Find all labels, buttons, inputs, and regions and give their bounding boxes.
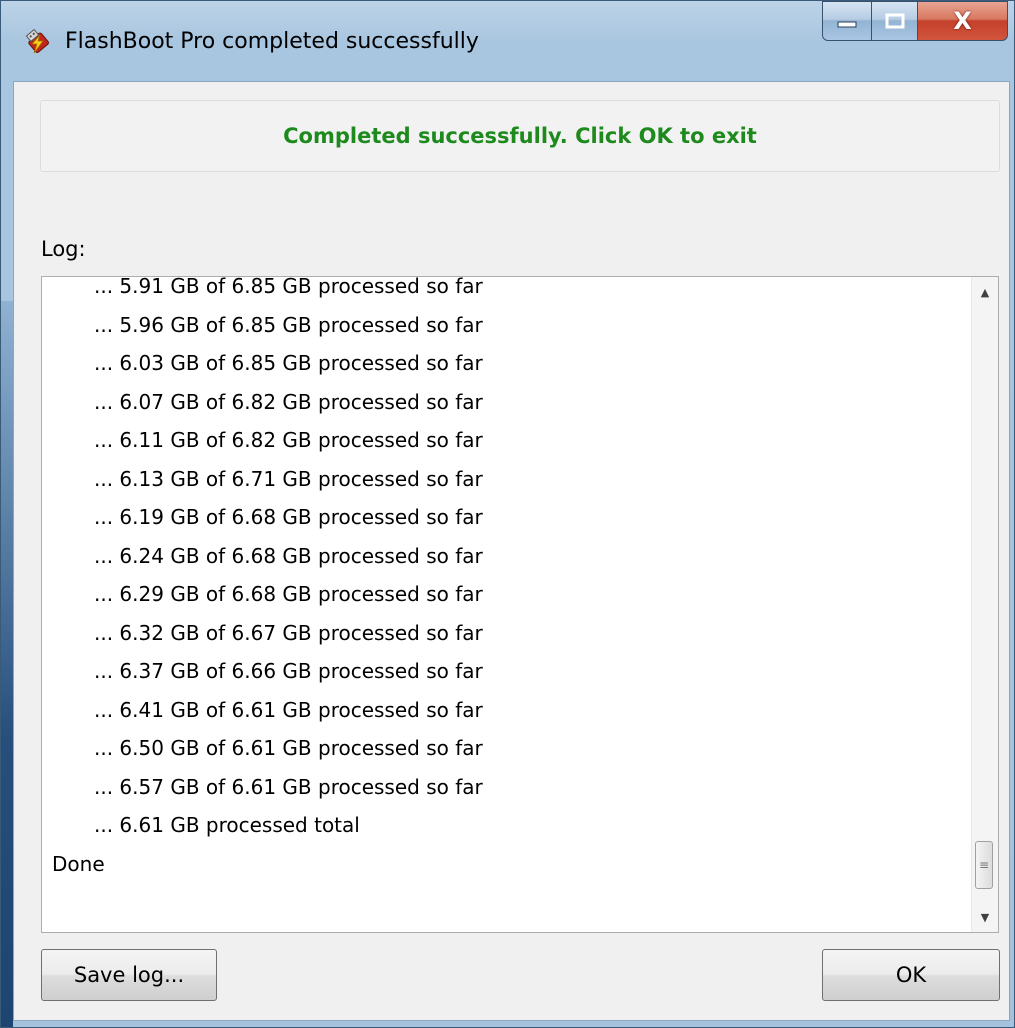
- log-line: ... 6.19 GB of 6.68 GB processed so far: [94, 505, 483, 529]
- close-button[interactable]: X: [918, 1, 1008, 41]
- log-line: ... 6.24 GB of 6.68 GB processed so far: [94, 543, 483, 568]
- close-icon: X: [953, 7, 972, 35]
- log-label: Log:: [41, 237, 86, 261]
- log-lines: ... 5.91 GB of 6.85 GB processed so far …: [42, 276, 968, 883]
- log-line: ... 5.91 GB of 6.85 GB processed so far: [94, 276, 483, 298]
- minimize-button[interactable]: [822, 1, 872, 41]
- flashboot-usb-icon: [25, 28, 49, 54]
- minimize-icon: [837, 21, 857, 28]
- caption-buttons: X: [822, 1, 1008, 43]
- log-textarea[interactable]: ... 5.91 GB of 6.85 GB processed so far …: [41, 276, 999, 933]
- scroll-down-arrow-icon[interactable]: ▼: [972, 902, 998, 932]
- status-panel: Completed successfully. Click OK to exit: [40, 100, 1000, 172]
- log-line: ... 6.32 GB of 6.67 GB processed so far: [94, 620, 483, 645]
- log-line: ... 6.11 GB of 6.82 GB processed so far: [94, 428, 483, 452]
- status-message: Completed successfully. Click OK to exit: [283, 124, 757, 148]
- maximize-icon: [885, 13, 904, 29]
- log-scrollbar[interactable]: ▲ ≡ ▼: [971, 277, 998, 932]
- maximize-button[interactable]: [872, 1, 918, 41]
- flashboot-window: FlashBoot Pro completed successfully X C…: [0, 0, 1015, 1028]
- save-log-button[interactable]: Save log...: [41, 949, 217, 1001]
- log-line: ... 6.50 GB of 6.61 GB processed so far: [94, 736, 483, 760]
- scroll-up-arrow-icon[interactable]: ▲: [972, 277, 998, 307]
- dialog-body: Completed successfully. Click OK to exit…: [13, 81, 1010, 1021]
- log-line: ... 6.57 GB of 6.61 GB processed so far: [94, 774, 483, 799]
- scroll-thumb[interactable]: ≡: [975, 841, 993, 889]
- log-line: ... 6.29 GB of 6.68 GB processed so far: [94, 582, 483, 606]
- log-line: ... 5.96 GB of 6.85 GB processed so far: [94, 312, 483, 337]
- title-bar[interactable]: FlashBoot Pro completed successfully X: [1, 1, 1014, 81]
- ok-button[interactable]: OK: [822, 949, 1000, 1001]
- log-line: ... 6.13 GB of 6.71 GB processed so far: [94, 466, 483, 491]
- log-line: Done: [52, 851, 105, 876]
- log-line: ... 6.41 GB of 6.61 GB processed so far: [94, 697, 483, 722]
- log-line: ... 6.07 GB of 6.82 GB processed so far: [94, 389, 483, 414]
- log-line: ... 6.61 GB processed total: [94, 813, 360, 837]
- log-line: ... 6.37 GB of 6.66 GB processed so far: [94, 659, 483, 683]
- log-line: ... 6.03 GB of 6.85 GB processed so far: [94, 351, 483, 375]
- window-title: FlashBoot Pro completed successfully: [65, 29, 479, 54]
